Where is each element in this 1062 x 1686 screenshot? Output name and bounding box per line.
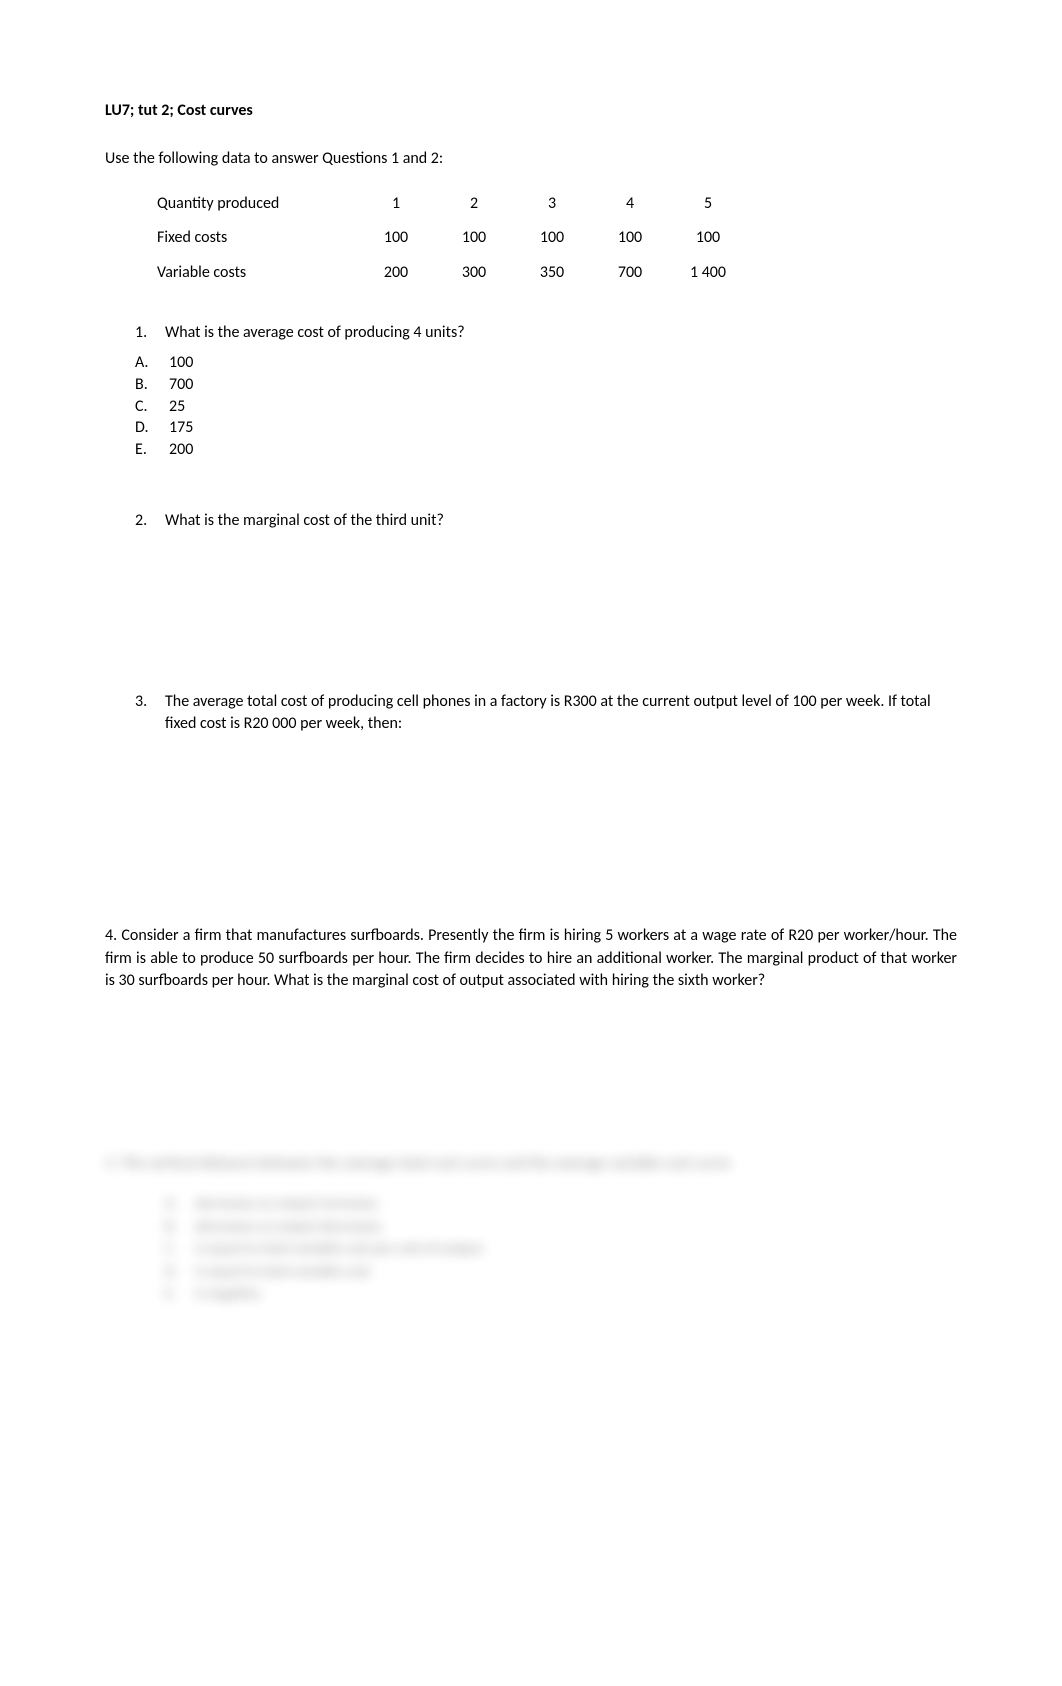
option-text: 100 [169, 352, 193, 374]
option-text: is negative. [195, 1283, 263, 1306]
table-row: Quantity produced 1 2 3 4 5 [157, 187, 747, 221]
cell: 100 [357, 221, 435, 255]
intro-text: Use the following data to answer Questio… [105, 148, 957, 170]
option-letter: C. [165, 1238, 195, 1261]
cost-data-table: Quantity produced 1 2 3 4 5 Fixed costs … [157, 187, 747, 290]
option-d: D. is equal to total variable cost. [165, 1261, 957, 1284]
cell: 100 [591, 221, 669, 255]
question-2: 2. What is the marginal cost of the thir… [135, 510, 957, 532]
option-letter: E. [165, 1283, 195, 1306]
row-label: Variable costs [157, 256, 357, 290]
question-text: The average total cost of producing cell… [165, 691, 957, 736]
option-c: C. 25 [135, 396, 957, 418]
option-b: B. decreases as output decreases. [165, 1216, 957, 1239]
option-letter: D. [135, 417, 169, 439]
cell: 5 [669, 187, 747, 221]
cell: 1 [357, 187, 435, 221]
row-label: Fixed costs [157, 221, 357, 255]
question-text: What is the marginal cost of the third u… [165, 510, 957, 532]
cell: 200 [357, 256, 435, 290]
page-title: LU7; tut 2; Cost curves [105, 100, 957, 122]
question-1-options: A. 100 B. 700 C. 25 D. 175 E. 200 [135, 352, 957, 460]
option-text: decreases as output increases. [195, 1193, 381, 1216]
option-text: 200 [169, 439, 193, 461]
cell: 700 [591, 256, 669, 290]
cell: 2 [435, 187, 513, 221]
option-b: B. 700 [135, 374, 957, 396]
question-number: 1. [135, 322, 165, 344]
question-1: 1. What is the average cost of producing… [135, 322, 957, 344]
option-d: D. 175 [135, 417, 957, 439]
option-a: A. 100 [135, 352, 957, 374]
option-letter: A. [135, 352, 169, 374]
question-number: 3. [135, 691, 165, 736]
question-4: 4. Consider a firm that manufactures sur… [105, 925, 957, 992]
option-a: A. decreases as output increases. [165, 1193, 957, 1216]
cell: 1 400 [669, 256, 747, 290]
option-letter: A. [165, 1193, 195, 1216]
option-text: 25 [169, 396, 185, 418]
question-text: 4. Consider a firm that manufactures sur… [105, 926, 957, 990]
cell: 300 [435, 256, 513, 290]
question-number: 2. [135, 510, 165, 532]
option-e: E. 200 [135, 439, 957, 461]
option-text: is equal to total variable cost. [195, 1261, 373, 1284]
option-e: E. is negative. [165, 1283, 957, 1306]
question-text: What is the average cost of producing 4 … [165, 322, 957, 344]
blurred-options: A. decreases as output increases. B. dec… [165, 1193, 957, 1306]
cell: 4 [591, 187, 669, 221]
cell: 350 [513, 256, 591, 290]
table-row: Fixed costs 100 100 100 100 100 [157, 221, 747, 255]
option-letter: D. [165, 1261, 195, 1284]
question-text: 5. The vertical distance between the ave… [105, 1153, 957, 1175]
option-text: decreases as output decreases. [195, 1216, 385, 1239]
option-c: C. is equal to total variable cost per u… [165, 1238, 957, 1261]
option-letter: E. [135, 439, 169, 461]
row-label: Quantity produced [157, 187, 357, 221]
table-row: Variable costs 200 300 350 700 1 400 [157, 256, 747, 290]
cell: 100 [513, 221, 591, 255]
question-3: 3. The average total cost of producing c… [135, 691, 957, 736]
cell: 100 [435, 221, 513, 255]
cell: 3 [513, 187, 591, 221]
option-text: 700 [169, 374, 193, 396]
blurred-question-5: 5. The vertical distance between the ave… [105, 1153, 957, 1306]
option-text: is equal to total variable cost per unit… [195, 1238, 486, 1261]
option-letter: B. [135, 374, 169, 396]
option-text: 175 [169, 417, 193, 439]
option-letter: C. [135, 396, 169, 418]
cell: 100 [669, 221, 747, 255]
option-letter: B. [165, 1216, 195, 1239]
